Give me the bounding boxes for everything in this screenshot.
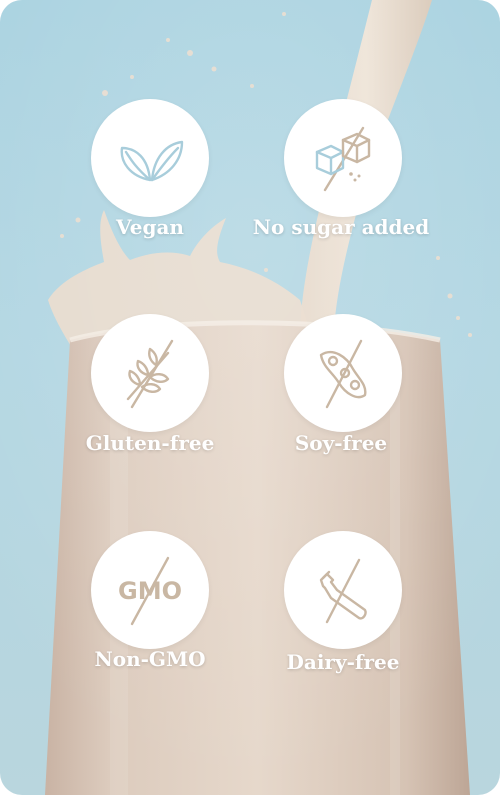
feature-card: Vegan No sugar added Gluten-free Soy-fre… bbox=[0, 0, 500, 795]
gmo-crossed-icon: GMO bbox=[118, 556, 182, 626]
vegan-badge bbox=[91, 99, 209, 217]
gluten-free-label: Gluten-free bbox=[85, 431, 215, 455]
gluten-free-badge bbox=[91, 314, 209, 432]
dairy-free-label: Dairy-free bbox=[286, 650, 400, 674]
soybean-crossed-icon bbox=[319, 339, 367, 409]
milk-glass-background-image bbox=[0, 0, 500, 795]
svg-text:GMO: GMO bbox=[118, 577, 182, 605]
dairy-free-badge bbox=[284, 531, 402, 649]
vegan-label: Vegan bbox=[116, 215, 184, 239]
no-sugar-added-badge bbox=[284, 99, 402, 217]
wheat-crossed-icon bbox=[126, 339, 174, 409]
non-gmo-badge: GMO bbox=[91, 531, 209, 649]
leaves-icon bbox=[120, 140, 184, 182]
sugar-cubes-crossed-icon bbox=[315, 126, 371, 192]
milk-bottle-crossed-icon bbox=[319, 558, 367, 624]
soy-free-label: Soy-free bbox=[294, 431, 388, 455]
no-sugar-added-label: No sugar added bbox=[252, 215, 430, 239]
soy-free-badge bbox=[284, 314, 402, 432]
non-gmo-label: Non-GMO bbox=[94, 647, 206, 671]
